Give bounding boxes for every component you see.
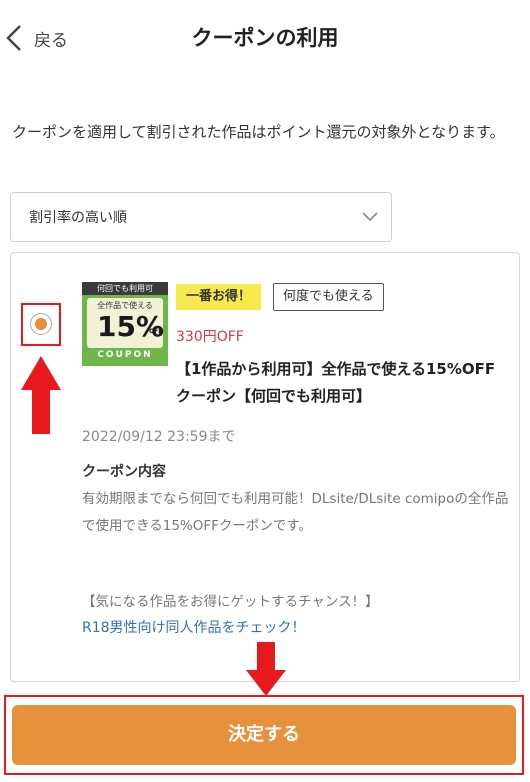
decide-button[interactable]: 決定する: [12, 705, 516, 765]
coupon-image: 何回でも利用可 全作品で使える 15% OFF COUPON: [82, 282, 168, 366]
decide-button-highlight: 決定する: [4, 695, 524, 775]
coupon-name: 【1作品から利用可】全作品で使える15%OFFクーポン【何回でも利用可】: [176, 360, 496, 405]
coupon-image-off: OFF: [149, 328, 163, 335]
reusable-badge: 何度でも使える: [273, 283, 384, 311]
coupon-image-percent: 15%: [97, 310, 164, 343]
sort-selected-value: 割引率の高い順: [29, 210, 127, 226]
coupon-radio[interactable]: [30, 313, 52, 335]
promo-text: 【気になる作品をお得にゲットするチャンス！】: [82, 594, 379, 610]
coupon-content-heading: クーポン内容: [82, 464, 166, 480]
coupon-radio-highlight[interactable]: [21, 303, 61, 346]
best-deal-badge: 一番お得！: [176, 284, 262, 310]
up-arrow-icon: [21, 356, 61, 434]
notice-text: クーポンを適用して割引された作品はポイント還元の対象外となります。: [12, 123, 505, 141]
coupon-image-percent-value: 15: [97, 310, 136, 343]
coupon-image-top-text: 何回でも利用可: [82, 282, 168, 295]
page-title: クーポンの利用: [191, 26, 339, 50]
promo-link[interactable]: R18男性向け同人作品をチェック！: [82, 617, 306, 637]
coupon-expiry: 2022/09/12 23:59まで: [82, 429, 236, 445]
coupon-image-percent-sign: %: [135, 310, 165, 343]
chevron-down-icon: [362, 212, 378, 222]
down-arrow-icon: [246, 642, 286, 696]
coupon-content-body: 有効期限までなら何回でも利用可能！DLsite/DLsite comipoの全作…: [82, 491, 509, 534]
coupon-image-badge: 全作品で使える 15% OFF: [87, 298, 164, 348]
sort-select[interactable]: 割引率の高い順: [10, 192, 392, 242]
radio-selected-dot: [35, 318, 47, 330]
discount-amount: 330円OFF: [176, 329, 244, 345]
coupon-image-word: COUPON: [97, 350, 153, 360]
header: 戻る クーポンの利用: [0, 0, 530, 78]
